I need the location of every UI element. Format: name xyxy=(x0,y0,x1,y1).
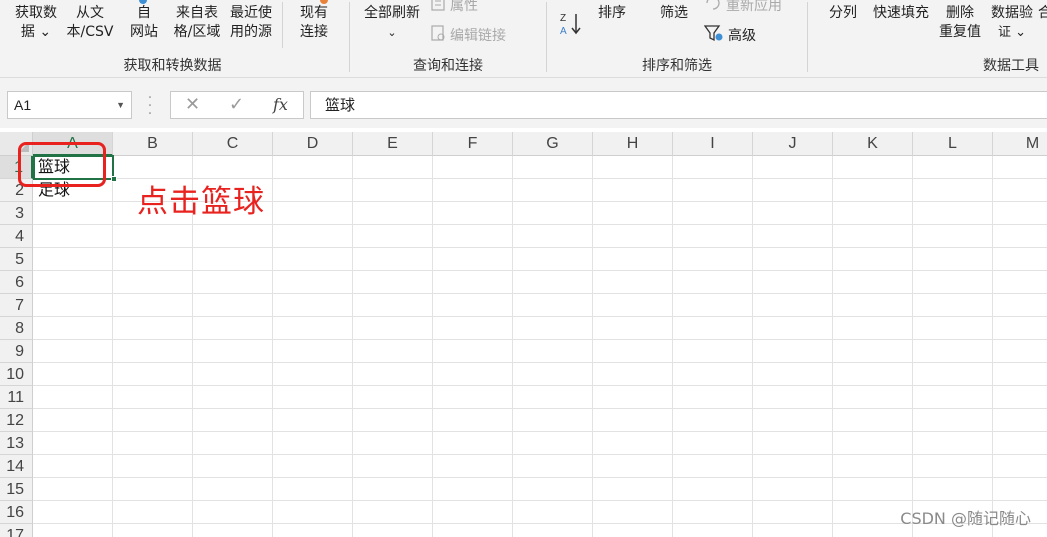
refresh-all-button[interactable]: 全部刷新 ⌄ xyxy=(358,4,426,42)
column-header-k[interactable]: K xyxy=(833,132,913,156)
advanced-filter-button[interactable]: 高级 xyxy=(703,24,756,48)
column-header-j[interactable]: J xyxy=(753,132,833,156)
get-data-button[interactable]: 获取数 据 ⌄ xyxy=(8,4,64,42)
properties-button[interactable]: 属性 xyxy=(430,0,478,18)
gridline xyxy=(33,500,1047,501)
reapply-button[interactable]: 重新应用 xyxy=(704,0,782,18)
gridline xyxy=(33,408,1047,409)
formula-tools: ✕ ✓ fx xyxy=(170,91,304,119)
gridline xyxy=(33,293,1047,294)
column-header-h[interactable]: H xyxy=(593,132,673,156)
consolidate-button[interactable]: 合 xyxy=(1038,4,1047,23)
row-header-14[interactable]: 14 xyxy=(0,455,33,478)
column-header-m[interactable]: M xyxy=(993,132,1047,156)
properties-icon xyxy=(430,0,446,18)
gridline xyxy=(912,156,913,537)
column-header-g[interactable]: G xyxy=(513,132,593,156)
gridline xyxy=(352,156,353,537)
row-header-9[interactable]: 9 xyxy=(0,340,33,363)
gridline xyxy=(272,156,273,537)
gridline xyxy=(432,156,433,537)
ribbon: 获取数 据 ⌄ 从文 本/CSV 自 网站 来自表 格/区域 最近使 用的源 获… xyxy=(0,0,1047,78)
existing-connections-button[interactable]: 现有 连接 xyxy=(292,4,336,42)
splitter-dots-icon[interactable]: · · · xyxy=(147,91,153,121)
gridline xyxy=(33,247,1047,248)
gridline xyxy=(33,523,1047,524)
filter-button[interactable]: 筛选 xyxy=(656,4,692,23)
watermark: CSDN @随记随心 xyxy=(900,509,1031,528)
group-label-data-tools: 数据工具 xyxy=(983,58,1039,74)
cancel-icon[interactable]: ✕ xyxy=(185,94,200,116)
row-header-11[interactable]: 11 xyxy=(0,386,33,409)
row-header-16[interactable]: 16 xyxy=(0,501,33,524)
group-separator xyxy=(807,2,808,72)
gridline xyxy=(33,431,1047,432)
gridline xyxy=(672,156,673,537)
row-header-8[interactable]: 8 xyxy=(0,317,33,340)
group-label-get-transform: 获取和转换数据 xyxy=(123,58,222,74)
advanced-filter-icon xyxy=(703,24,724,48)
row-header-5[interactable]: 5 xyxy=(0,248,33,271)
annotation-text: 点击篮球 xyxy=(137,184,265,220)
formula-input[interactable]: 篮球 xyxy=(310,91,1047,119)
reapply-icon xyxy=(704,0,722,18)
column-header-e[interactable]: E xyxy=(353,132,433,156)
sort-az-icon[interactable]: ZA xyxy=(558,10,584,42)
row-header-12[interactable]: 12 xyxy=(0,409,33,432)
gridline xyxy=(33,270,1047,271)
gridline xyxy=(33,339,1047,340)
row-header-7[interactable]: 7 xyxy=(0,294,33,317)
name-box[interactable]: A1 ▼ xyxy=(7,91,132,119)
column-header-l[interactable]: L xyxy=(913,132,993,156)
row-header-10[interactable]: 10 xyxy=(0,363,33,386)
row-header-13[interactable]: 13 xyxy=(0,432,33,455)
from-web-button[interactable]: 自 网站 xyxy=(122,4,166,42)
svg-text:A: A xyxy=(560,26,567,36)
from-text-csv-button[interactable]: 从文 本/CSV xyxy=(62,4,118,42)
worksheet-grid[interactable]: A B C D E F G H I J K L M 1 2 3 4 5 6 7 8 9 10 11 12 13 14 15 16 17 篮球… xyxy=(0,132,1047,537)
row-header-3[interactable]: 3 xyxy=(0,202,33,225)
column-header-i[interactable]: I xyxy=(673,132,753,156)
fill-handle[interactable] xyxy=(111,176,117,182)
gridline xyxy=(832,156,833,537)
gridline xyxy=(512,156,513,537)
gridline xyxy=(752,156,753,537)
sort-button[interactable]: 排序 xyxy=(594,4,630,23)
gridline xyxy=(33,362,1047,363)
gridline xyxy=(33,477,1047,478)
column-header-f[interactable]: F xyxy=(433,132,513,156)
gridline xyxy=(992,156,993,537)
edit-links-button[interactable]: 编辑链接 xyxy=(430,24,506,48)
svg-text:Z: Z xyxy=(560,13,566,24)
confirm-icon[interactable]: ✓ xyxy=(229,94,244,116)
recent-sources-button[interactable]: 最近使 用的源 xyxy=(226,4,276,42)
column-header-d[interactable]: D xyxy=(273,132,353,156)
gridline xyxy=(33,316,1047,317)
chevron-down-icon[interactable]: ▼ xyxy=(116,92,125,118)
column-header-c[interactable]: C xyxy=(193,132,273,156)
from-table-range-button[interactable]: 来自表 格/区域 xyxy=(169,4,225,42)
row-header-4[interactable]: 4 xyxy=(0,225,33,248)
gridline xyxy=(33,454,1047,455)
row-header-17[interactable]: 17 xyxy=(0,524,33,537)
row-header-15[interactable]: 15 xyxy=(0,478,33,501)
remove-duplicates-button[interactable]: 删除 重复值 xyxy=(934,4,986,42)
edit-links-icon xyxy=(430,24,446,48)
data-validation-button[interactable]: 数据验 证 ⌄ xyxy=(986,4,1038,42)
gridline xyxy=(33,385,1047,386)
row-header-6[interactable]: 6 xyxy=(0,271,33,294)
formula-bar: A1 ▼ · · · ✕ ✓ fx 篮球 xyxy=(0,78,1047,128)
insert-function-icon[interactable]: fx xyxy=(273,94,288,116)
group-label-sort-filter: 排序和筛选 xyxy=(642,58,712,74)
flash-fill-button[interactable]: 快速填充 xyxy=(868,4,934,23)
group-label-queries-connections: 查询和连接 xyxy=(413,58,483,74)
annotation-highlight-box xyxy=(18,142,106,187)
gridline xyxy=(592,156,593,537)
text-to-columns-button[interactable]: 分列 xyxy=(824,4,862,23)
gridline xyxy=(112,156,113,537)
group-separator xyxy=(282,2,283,48)
gridline xyxy=(33,224,1047,225)
column-header-b[interactable]: B xyxy=(113,132,193,156)
